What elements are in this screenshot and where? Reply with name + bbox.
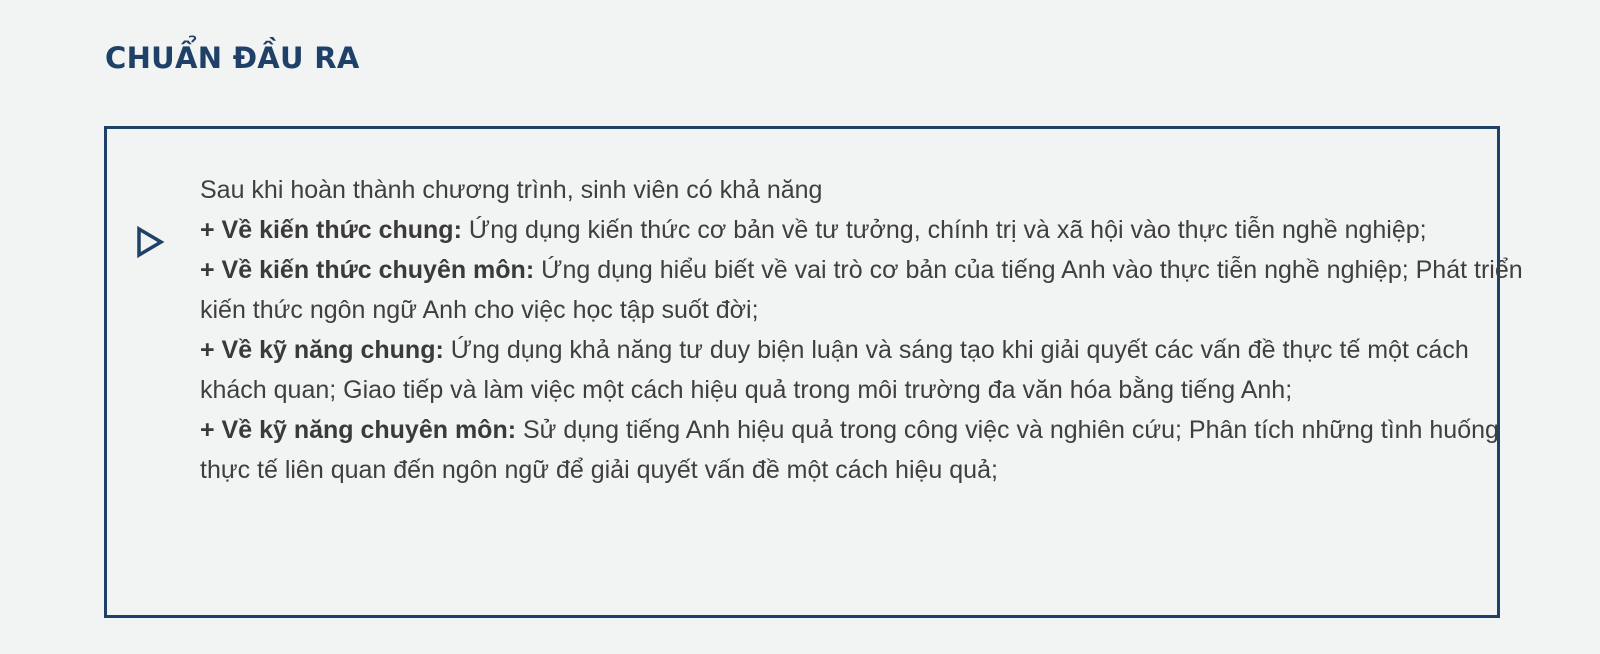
outcome-label: + Về kỹ năng chung: bbox=[200, 336, 444, 364]
intro-text: Sau khi hoàn thành chương trình, sinh vi… bbox=[200, 176, 823, 204]
learning-outcomes-box: Sau khi hoàn thành chương trình, sinh vi… bbox=[104, 126, 1523, 618]
outcomes-content: Sau khi hoàn thành chương trình, sinh vi… bbox=[200, 170, 1540, 490]
outcome-item-general-skills: + Về kỹ năng chung: Ứng dụng khả năng tư… bbox=[200, 330, 1540, 410]
outcome-text: Ứng dụng kiến thức cơ bản về tư tưởng, c… bbox=[461, 216, 1427, 244]
outcome-label: + Về kỹ năng chuyên môn: bbox=[200, 416, 517, 444]
outcome-item-specialized-knowledge: + Về kiến thức chuyên môn: Ứng dụng hiểu… bbox=[200, 250, 1540, 330]
section-title: CHUẨN ĐẦU RA bbox=[105, 41, 360, 75]
outcome-label: + Về kiến thức chung: bbox=[200, 216, 462, 244]
outcome-item-specialized-skills: + Về kỹ năng chuyên môn: Sử dụng tiếng A… bbox=[200, 410, 1540, 490]
outcome-label: + Về kiến thức chuyên môn: bbox=[200, 256, 535, 284]
play-triangle-icon bbox=[137, 225, 165, 259]
outcome-item-general-knowledge: + Về kiến thức chung: Ứng dụng kiến thức… bbox=[200, 210, 1540, 250]
